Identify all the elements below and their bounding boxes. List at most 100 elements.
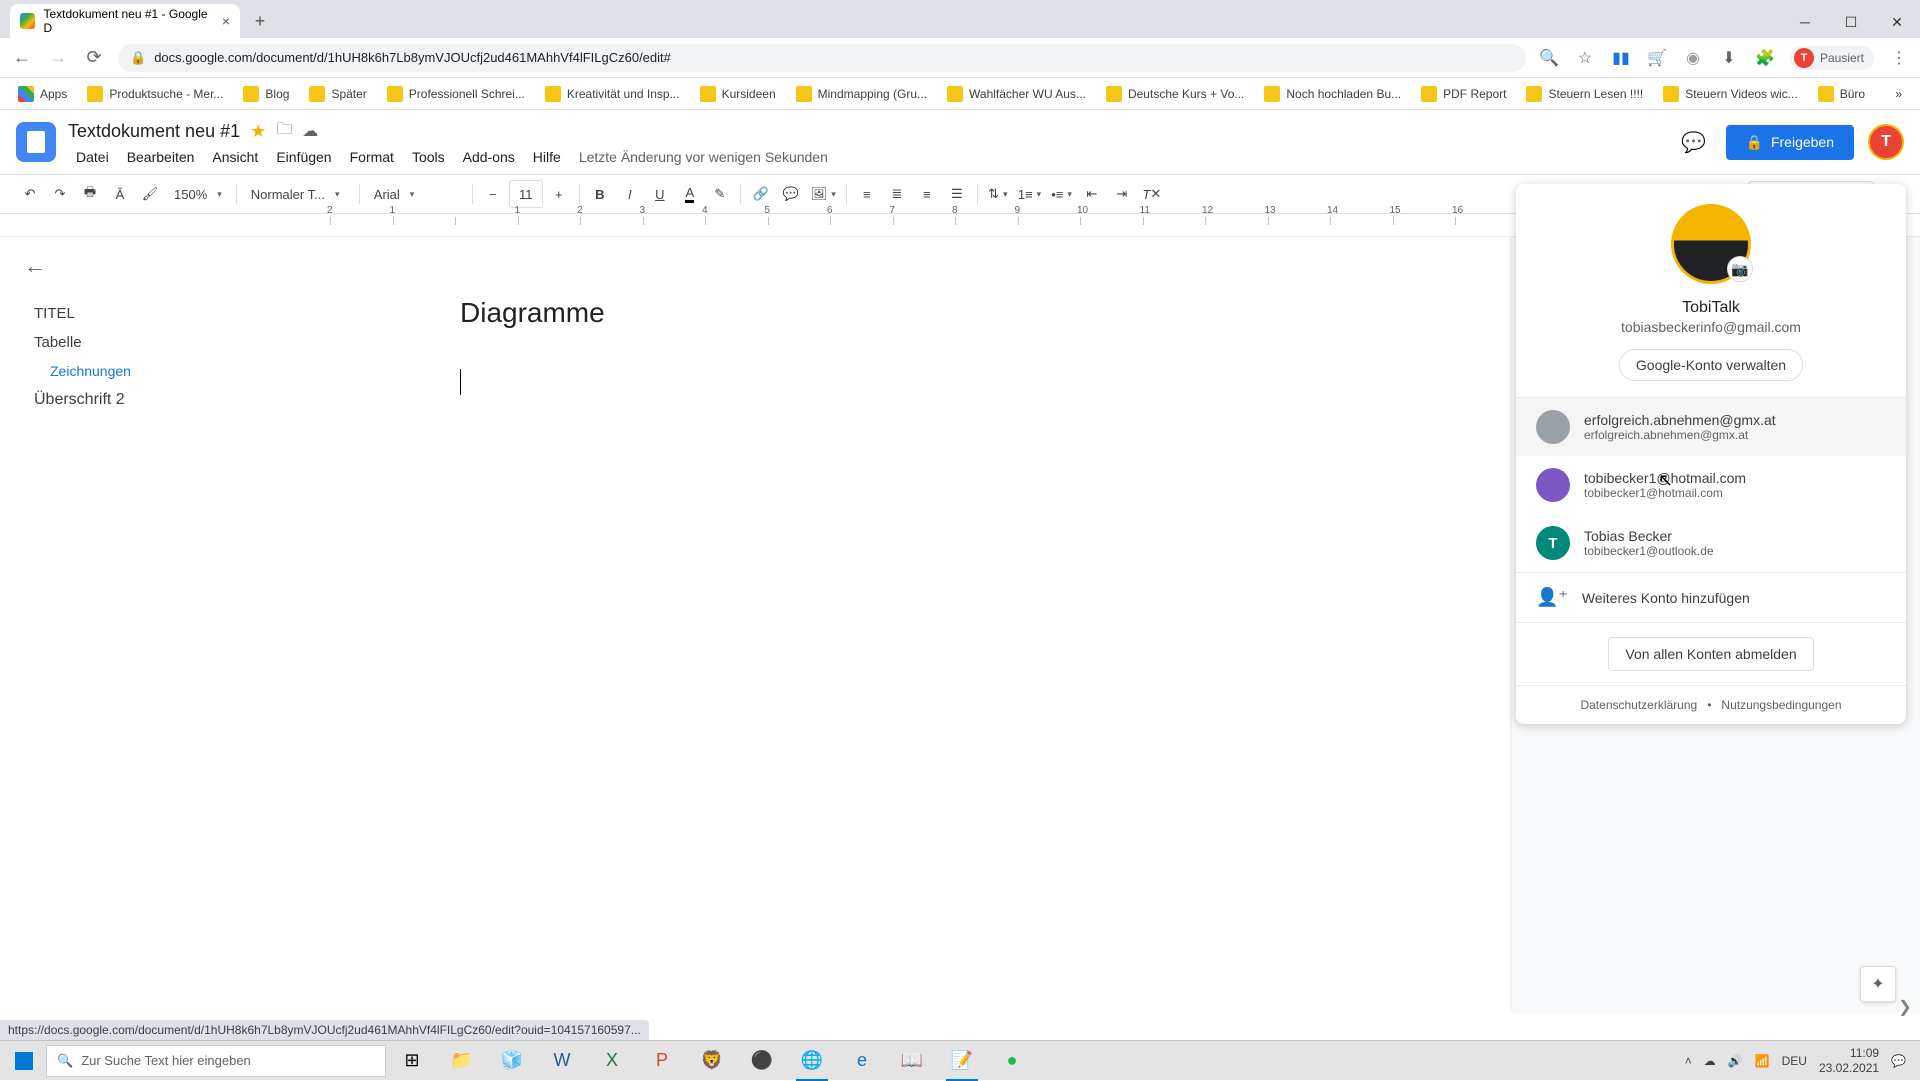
align-right-button[interactable]: ≡ [913, 180, 941, 208]
docs-logo-icon[interactable] [16, 122, 56, 162]
volume-icon[interactable]: 🔊 [1728, 1054, 1743, 1068]
menu-bearbeiten[interactable]: Bearbeiten [119, 147, 203, 167]
outline-collapse-button[interactable]: ← [24, 253, 306, 279]
cloud-status-icon[interactable]: ☁ [302, 121, 318, 141]
forward-button[interactable]: → [46, 46, 70, 70]
maximize-button[interactable]: ☐ [1828, 6, 1874, 38]
move-folder-icon[interactable]: 🗀 [276, 118, 292, 145]
signout-all-button[interactable]: Von allen Konten abmelden [1608, 637, 1813, 671]
reload-button[interactable]: ⟳ [82, 46, 106, 70]
image-button[interactable]: 🖼 [807, 180, 840, 208]
bookmark-item[interactable]: Wahlfächer WU Aus... [939, 82, 1094, 106]
page[interactable]: Diagramme [330, 237, 1510, 1013]
obs-app[interactable]: ⚫ [738, 1041, 786, 1081]
menu-add-ons[interactable]: Add-ons [455, 147, 523, 167]
bookmark-item[interactable]: Büro [1810, 82, 1873, 106]
indent-increase-button[interactable]: ⇥ [1108, 180, 1136, 208]
manage-account-button[interactable]: Google-Konto verwalten [1619, 349, 1803, 381]
outline-item[interactable]: TITEL [24, 299, 306, 328]
paint-format-button[interactable]: 🖌 [136, 180, 164, 208]
side-panel-arrow[interactable]: ❯ [1894, 996, 1916, 1018]
extension-icon-3[interactable]: ◉ [1682, 47, 1704, 69]
menu-hilfe[interactable]: Hilfe [525, 147, 569, 167]
tab-close-icon[interactable]: × [222, 13, 230, 29]
line-spacing-button[interactable]: ⇅ [984, 180, 1012, 208]
bookmark-item[interactable]: Professionell Schrei... [379, 82, 533, 106]
cloud-sync-icon[interactable]: ☁ [1704, 1054, 1716, 1068]
bookmark-item[interactable]: Steuern Videos wic... [1655, 82, 1806, 106]
clear-format-button[interactable]: T✕ [1138, 180, 1166, 208]
word-app[interactable]: W [538, 1041, 586, 1081]
bold-button[interactable]: B [586, 180, 614, 208]
bookmark-item[interactable]: Mindmapping (Gru... [788, 82, 935, 106]
align-center-button[interactable]: ≣ [883, 180, 911, 208]
taskbar-search[interactable]: 🔍Zur Suche Text hier eingeben [46, 1045, 386, 1077]
zoom-icon[interactable]: 🔍 [1538, 47, 1560, 69]
bookmark-item[interactable]: Noch hochladen Bu... [1256, 82, 1409, 106]
account-row[interactable]: tobibecker1@hotmail.comtobibecker1@hotma… [1516, 456, 1906, 514]
outline-item[interactable]: Tabelle [24, 328, 306, 357]
wifi-icon[interactable]: 📶 [1755, 1054, 1770, 1068]
privacy-link[interactable]: Datenschutzerklärung [1580, 698, 1697, 712]
comment-button[interactable]: 💬 [777, 180, 805, 208]
menu-datei[interactable]: Datei [68, 147, 117, 167]
extensions-puzzle-icon[interactable]: 🧩 [1754, 47, 1776, 69]
text-color-button[interactable]: A [676, 180, 704, 208]
font-size-input[interactable]: 11 [509, 180, 543, 208]
terms-link[interactable]: Nutzungsbedingungen [1721, 698, 1841, 712]
align-left-button[interactable]: ≡ [853, 180, 881, 208]
indent-decrease-button[interactable]: ⇤ [1078, 180, 1106, 208]
menu-dots-icon[interactable]: ⋮ [1888, 47, 1910, 69]
bookmark-star-icon[interactable]: ☆ [1574, 47, 1596, 69]
spotify-app[interactable]: ● [988, 1041, 1036, 1081]
bookmark-item[interactable]: Deutsche Kurs + Vo... [1098, 82, 1252, 106]
font-select[interactable]: Arial [366, 180, 466, 208]
clock[interactable]: 11:0923.02.2021 [1819, 1046, 1879, 1075]
last-edit-text[interactable]: Letzte Änderung vor wenigen Sekunden [571, 147, 836, 167]
tray-expand-icon[interactable]: ˄ [1685, 1054, 1692, 1068]
account-avatar[interactable]: T [1868, 124, 1904, 160]
document-title[interactable]: Textdokument neu #1 [68, 121, 240, 142]
reader-app[interactable]: 📖 [888, 1041, 936, 1081]
notifications-icon[interactable]: 💬 [1891, 1054, 1906, 1068]
outline-item[interactable]: Überschrift 2 [24, 385, 306, 415]
link-button[interactable]: 🔗 [747, 180, 775, 208]
paragraph-style-select[interactable]: Normaler T... [243, 180, 353, 208]
app-icon[interactable]: 🧊 [488, 1041, 536, 1081]
notepad-app[interactable]: 📝 [938, 1041, 986, 1081]
minimize-button[interactable]: ─ [1782, 6, 1828, 38]
profile-chip[interactable]: T Pausiert [1790, 46, 1874, 70]
align-justify-button[interactable]: ☰ [943, 180, 971, 208]
new-tab-button[interactable]: + [246, 7, 274, 35]
explore-button[interactable]: ✦ [1860, 966, 1896, 1002]
language-indicator[interactable]: DEU [1782, 1054, 1807, 1068]
start-button[interactable] [4, 1041, 44, 1081]
bookmark-item[interactable]: PDF Report [1413, 82, 1514, 106]
italic-button[interactable]: I [616, 180, 644, 208]
apps-button[interactable]: Apps [10, 82, 75, 106]
print-button[interactable]: 🖶 [76, 180, 104, 208]
star-icon[interactable]: ★ [250, 121, 266, 142]
share-button[interactable]: 🔒Freigeben [1726, 125, 1854, 160]
bookmark-item[interactable]: Kursideen [692, 82, 784, 106]
account-row[interactable]: TTobias Beckertobibecker1@outlook.de [1516, 514, 1906, 572]
add-account-button[interactable]: 👤⁺ Weiteres Konto hinzufügen [1516, 572, 1906, 623]
menu-format[interactable]: Format [342, 147, 402, 167]
edge-app[interactable]: e [838, 1041, 886, 1081]
explorer-app[interactable]: 📁 [438, 1041, 486, 1081]
comments-button[interactable]: 💬 [1676, 124, 1712, 160]
chrome-app[interactable]: 🌐 [788, 1041, 836, 1081]
underline-button[interactable]: U [646, 180, 674, 208]
camera-icon[interactable]: 📷 [1727, 256, 1753, 282]
url-field[interactable]: 🔒 docs.google.com/document/d/1hUH8k6h7Lb… [118, 44, 1526, 72]
extension-icon[interactable]: ▮▮ [1610, 47, 1632, 69]
spellcheck-button[interactable]: Ǎ [106, 180, 134, 208]
menu-tools[interactable]: Tools [404, 147, 453, 167]
bookmark-item[interactable]: Später [301, 82, 374, 106]
close-window-button[interactable]: ✕ [1874, 6, 1920, 38]
font-decrease-button[interactable]: − [479, 180, 507, 208]
excel-app[interactable]: X [588, 1041, 636, 1081]
outline-item[interactable]: Zeichnungen [24, 357, 306, 385]
redo-button[interactable]: ↷ [46, 180, 74, 208]
menu-einfügen[interactable]: Einfügen [268, 147, 339, 167]
